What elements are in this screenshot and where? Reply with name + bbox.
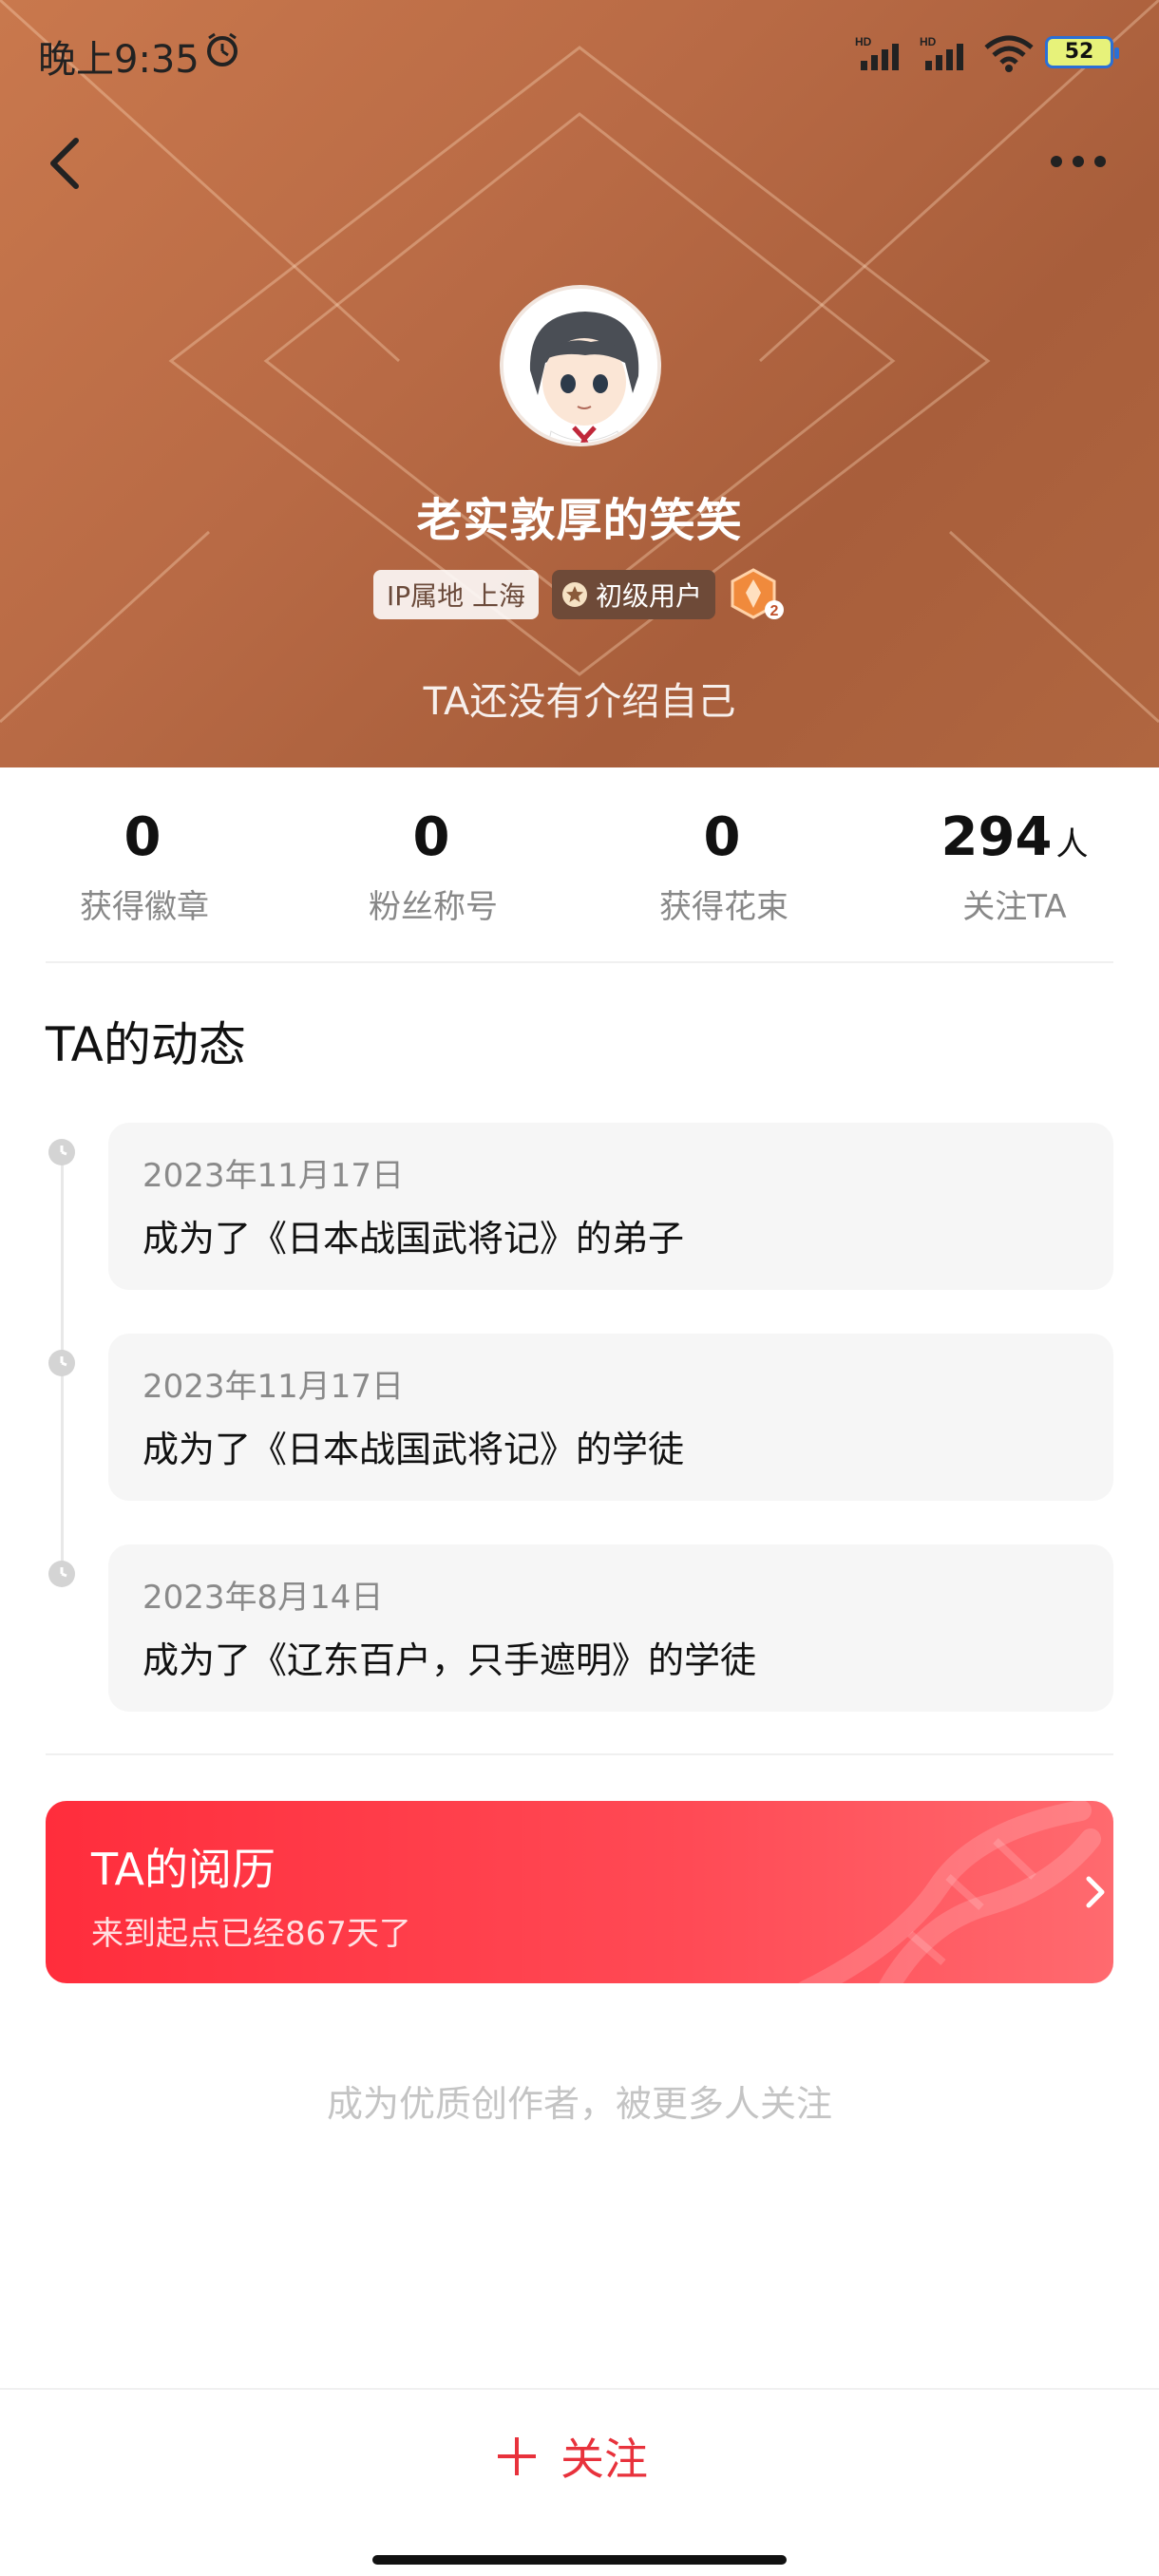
avatar-image xyxy=(504,289,657,443)
svg-text:HD: HD xyxy=(920,35,937,48)
activity-item[interactable]: 2023年11月17日 成为了《日本战国武将记》的弟子 xyxy=(108,1123,1113,1290)
experience-title: TA的阅历 xyxy=(91,1844,276,1895)
stat-value: 294 xyxy=(940,806,1053,868)
follow-label: 关注 xyxy=(560,2434,648,2485)
stat-badges[interactable]: 0 获得徽章 xyxy=(40,807,249,927)
plus-icon xyxy=(498,2437,536,2475)
svg-text:HD: HD xyxy=(855,35,872,48)
signal-icon: HD xyxy=(855,35,899,70)
battery-level: 52 xyxy=(1064,40,1094,64)
activity-date: 2023年11月17日 xyxy=(142,1157,405,1195)
creator-promo-text: 成为优质创作者，被更多人关注 xyxy=(326,2083,832,2125)
status-time: 晚上9:35 xyxy=(38,38,200,82)
clock-icon xyxy=(48,1139,75,1165)
experience-subtitle: 来到起点已经867天了 xyxy=(91,1915,411,1953)
stat-fan-titles[interactable]: 0 粉丝称号 xyxy=(329,807,538,927)
svg-text:2: 2 xyxy=(770,603,779,619)
stat-label: 关注TA xyxy=(962,888,1067,926)
section-divider xyxy=(46,961,1113,963)
profile-header-banner: 晚上9:35 HD HD 52 老实敦厚的笑笑 IP属地 上海 初级用户 2 T… xyxy=(0,0,1159,767)
activity-text: 成为了《辽东百户，只手遮明》的学徒 xyxy=(142,1639,757,1681)
user-level-label: 初级用户 xyxy=(596,580,703,612)
clock-icon xyxy=(48,1350,75,1376)
alarm-icon xyxy=(207,32,238,66)
star-icon xyxy=(562,582,588,607)
activity-text: 成为了《日本战国武将记》的学徒 xyxy=(142,1429,685,1470)
user-bio: TA还没有介绍自己 xyxy=(423,680,736,724)
avatar[interactable] xyxy=(500,285,661,446)
stat-followers[interactable]: 294 人 关注TA xyxy=(910,807,1119,927)
profile-stats: 0 获得徽章 0 粉丝称号 0 获得花束 294 人 关注TA xyxy=(0,807,1159,927)
stat-value: 0 xyxy=(412,806,450,868)
fan-medal-icon[interactable]: 2 xyxy=(729,566,786,623)
activity-item[interactable]: 2023年11月17日 成为了《日本战国武将记》的学徒 xyxy=(108,1334,1113,1501)
reading-experience-card[interactable]: TA的阅历 来到起点已经867天了 xyxy=(46,1801,1113,1983)
dna-decoration-icon xyxy=(798,1801,1101,1983)
stat-value: 0 xyxy=(703,806,741,868)
chevron-right-icon xyxy=(1086,1876,1105,1908)
stat-unit: 人 xyxy=(1055,825,1089,863)
stat-value: 0 xyxy=(124,806,162,868)
activity-section-title: TA的动态 xyxy=(46,1017,246,1072)
stat-label: 获得徽章 xyxy=(80,888,209,926)
clock-icon xyxy=(48,1561,75,1587)
profile-tags: IP属地 上海 初级用户 2 xyxy=(0,566,1159,623)
back-arrow-icon[interactable] xyxy=(42,133,87,194)
more-options-icon[interactable] xyxy=(1045,142,1112,180)
user-nickname: 老实敦厚的笑笑 xyxy=(416,494,743,547)
activity-date: 2023年11月17日 xyxy=(142,1368,405,1406)
wifi-icon xyxy=(984,35,1034,72)
stat-flowers[interactable]: 0 获得花束 xyxy=(619,807,828,927)
bottom-action-bar: 关注 xyxy=(0,2388,1159,2576)
stat-label: 粉丝称号 xyxy=(369,888,498,926)
follow-button[interactable]: 关注 xyxy=(494,2418,648,2494)
user-level-badge[interactable]: 初级用户 xyxy=(552,570,716,619)
section-divider xyxy=(46,1753,1113,1755)
activity-text: 成为了《日本战国武将记》的弟子 xyxy=(142,1218,685,1260)
signal-icon: HD xyxy=(920,35,963,70)
activity-date: 2023年8月14日 xyxy=(142,1579,384,1617)
ip-location-badge: IP属地 上海 xyxy=(372,570,540,619)
activity-item[interactable]: 2023年8月14日 成为了《辽东百户，只手遮明》的学徒 xyxy=(108,1544,1113,1712)
battery-indicator: 52 xyxy=(1045,36,1119,68)
home-indicator[interactable] xyxy=(372,2555,787,2565)
status-bar: 晚上9:35 HD HD 52 xyxy=(0,0,1159,104)
stat-label: 获得花束 xyxy=(659,888,788,926)
